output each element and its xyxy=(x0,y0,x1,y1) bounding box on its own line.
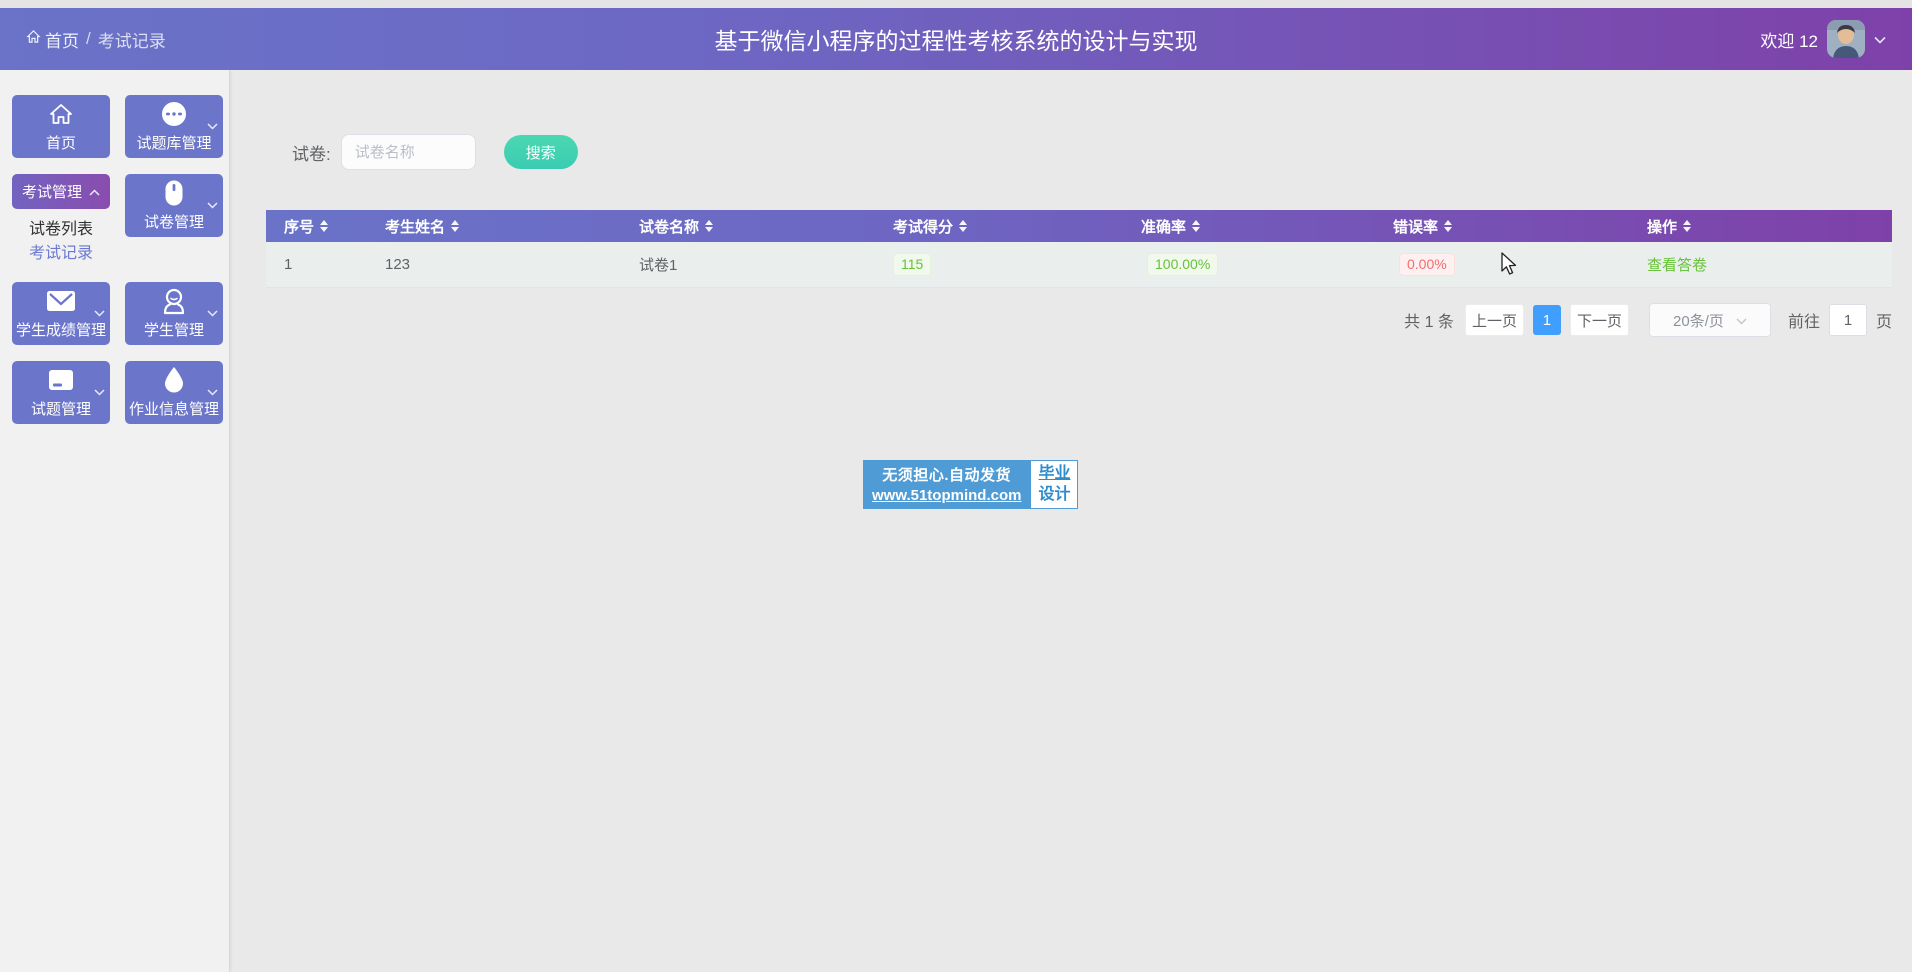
sidebar-item-label: 试卷管理 xyxy=(143,213,204,231)
table-header-row: 序号 考生姓名 试卷名称 考试得分 准确率 错误率 操作 xyxy=(266,210,1892,242)
mouse-icon xyxy=(164,180,184,206)
sidebar-item-label: 试题库管理 xyxy=(136,134,212,152)
sort-caret-icon xyxy=(959,220,968,232)
chevron-down-icon xyxy=(1736,312,1747,329)
window-top-strip xyxy=(0,0,1912,8)
column-header-student-name[interactable]: 考生姓名 xyxy=(367,210,621,242)
sort-caret-icon xyxy=(451,220,460,232)
chevron-down-icon xyxy=(1874,29,1886,49)
sidebar-item-student-management[interactable]: 学生管理 xyxy=(125,282,223,345)
view-answer-link[interactable]: 查看答卷 xyxy=(1647,254,1707,275)
main-content: 试卷: 搜索 序号 考生姓名 试卷名称 考试得分 xyxy=(230,70,1912,972)
search-input[interactable] xyxy=(340,134,476,170)
error-rate-badge: 0.00% xyxy=(1399,252,1455,277)
question-bank-icon xyxy=(160,101,188,127)
mail-icon xyxy=(46,288,76,314)
welcome-text: 欢迎 12 xyxy=(1760,31,1818,51)
next-page-button[interactable]: 下一页 xyxy=(1569,304,1629,336)
column-header-score[interactable]: 考试得分 xyxy=(875,210,1123,242)
cell-seq: 1 xyxy=(284,256,293,273)
header-user-area[interactable]: 欢迎 12 xyxy=(1760,20,1886,58)
exam-records-table: 序号 考生姓名 试卷名称 考试得分 准确率 错误率 操作 1 123 试卷1 1… xyxy=(266,210,1892,288)
sidebar: 首页 试题库管理 考试管理 试卷列表 考试记录 试卷管理 学生成绩管理 学生管理… xyxy=(0,70,230,972)
column-header-error-rate[interactable]: 错误率 xyxy=(1375,210,1629,242)
page-size-select[interactable]: 20条/页 xyxy=(1648,303,1771,337)
drop-icon xyxy=(163,367,185,393)
column-header-actions[interactable]: 操作 xyxy=(1629,210,1892,242)
page-title: 基于微信小程序的过程性考核系统的设计与实现 xyxy=(714,28,1198,54)
card-icon xyxy=(47,367,75,393)
search-button[interactable]: 搜索 xyxy=(503,135,578,169)
sidebar-item-exam-management[interactable]: 考试管理 xyxy=(12,174,110,209)
sidebar-item-label: 学生成绩管理 xyxy=(15,321,106,339)
avatar[interactable] xyxy=(1827,20,1865,58)
watermark: 无须担心.自动发货 www.51topmind.com 毕业 设计 xyxy=(863,460,1079,509)
sidebar-item-label: 学生管理 xyxy=(143,321,204,339)
home-icon xyxy=(26,29,41,49)
chevron-up-icon xyxy=(89,183,100,200)
sort-caret-icon xyxy=(705,220,714,232)
page-number-1[interactable]: 1 xyxy=(1532,305,1561,335)
chevron-down-icon xyxy=(94,383,105,400)
home-icon xyxy=(48,101,74,127)
column-header-paper-name[interactable]: 试卷名称 xyxy=(621,210,875,242)
sidebar-item-homework-info[interactable]: 作业信息管理 xyxy=(125,361,223,424)
goto-page-input[interactable] xyxy=(1828,304,1867,336)
breadcrumb-home-label: 首页 xyxy=(45,31,79,51)
watermark-badge: 毕业 设计 xyxy=(1030,460,1079,509)
chevron-down-icon xyxy=(207,117,218,134)
sort-caret-icon xyxy=(1683,220,1692,232)
breadcrumb-home[interactable]: 首页 xyxy=(26,27,79,52)
sidebar-item-label: 作业信息管理 xyxy=(128,400,219,418)
sidebar-item-student-scores[interactable]: 学生成绩管理 xyxy=(12,282,110,345)
breadcrumb-separator: / xyxy=(86,29,91,48)
pagination: 共 1 条 上一页 1 下一页 20条/页 前往 页 xyxy=(266,303,1892,337)
score-badge: 115 xyxy=(893,252,932,277)
goto-label: 前往 xyxy=(1787,314,1820,331)
cell-student-name: 123 xyxy=(385,256,411,273)
chevron-down-icon xyxy=(94,304,105,321)
table-row: 1 123 试卷1 115 100.00% 0.00% 查看答卷 xyxy=(266,242,1892,288)
accuracy-badge: 100.00% xyxy=(1147,252,1219,277)
watermark-text: 无须担心.自动发货 www.51topmind.com xyxy=(863,460,1031,509)
column-header-seq[interactable]: 序号 xyxy=(266,210,367,242)
user-icon xyxy=(161,288,187,314)
search-label: 试卷: xyxy=(292,144,331,164)
exam-submenu: 试卷列表 考试记录 xyxy=(12,218,110,266)
page-size-value: 20条/页 xyxy=(1673,312,1724,330)
sidebar-item-label: 首页 xyxy=(45,134,76,152)
sort-caret-icon xyxy=(1192,220,1201,232)
sort-caret-icon xyxy=(1444,220,1453,232)
sidebar-item-question-management[interactable]: 试题管理 xyxy=(12,361,110,424)
app-header: 首页 / 考试记录 基于微信小程序的过程性考核系统的设计与实现 欢迎 12 xyxy=(0,8,1912,70)
sidebar-item-label: 试题管理 xyxy=(30,400,91,418)
chevron-down-icon xyxy=(207,304,218,321)
chevron-down-icon xyxy=(207,196,218,213)
cell-paper-name: 试卷1 xyxy=(639,257,678,274)
breadcrumb: 首页 / 考试记录 xyxy=(26,27,166,52)
sidebar-item-paper-management[interactable]: 试卷管理 xyxy=(125,174,223,237)
sort-caret-icon xyxy=(320,220,329,232)
submenu-item-exam-records[interactable]: 考试记录 xyxy=(12,242,110,266)
search-bar: 试卷: 搜索 xyxy=(292,134,1912,170)
sidebar-item-home[interactable]: 首页 xyxy=(12,95,110,158)
pagination-total: 共 1 条 xyxy=(1404,314,1454,331)
sidebar-item-label: 考试管理 xyxy=(21,184,82,201)
sidebar-item-question-bank[interactable]: 试题库管理 xyxy=(125,95,223,158)
submenu-item-paper-list[interactable]: 试卷列表 xyxy=(12,218,110,242)
chevron-down-icon xyxy=(207,383,218,400)
breadcrumb-current: 考试记录 xyxy=(97,31,166,51)
goto-unit: 页 xyxy=(1875,314,1892,331)
prev-page-button[interactable]: 上一页 xyxy=(1464,304,1524,336)
column-header-accuracy[interactable]: 准确率 xyxy=(1123,210,1375,242)
